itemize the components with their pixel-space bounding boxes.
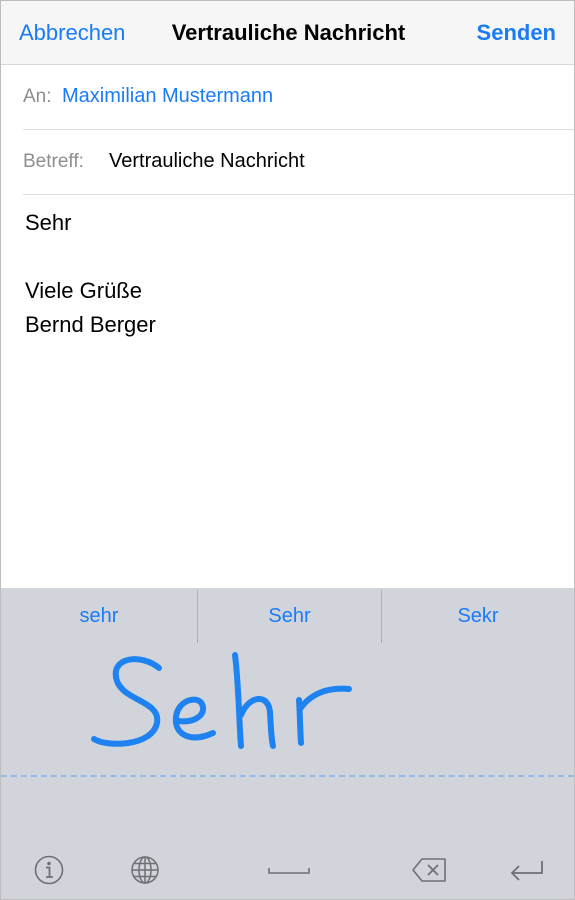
- candidate-3[interactable]: Sekr: [382, 588, 574, 643]
- globe-icon[interactable]: [127, 854, 163, 886]
- candidate-bar: sehr Sehr Sekr: [1, 588, 574, 643]
- return-icon[interactable]: [509, 854, 545, 886]
- to-label: An:: [23, 86, 52, 107]
- space-icon[interactable]: [263, 854, 315, 886]
- handwriting-keyboard: sehr Sehr Sekr: [1, 588, 574, 899]
- navigation-bar: Abbrechen Vertrauliche Nachricht Senden: [1, 1, 574, 65]
- subject-input[interactable]: Vertrauliche Nachricht: [109, 150, 305, 173]
- body-line: [25, 240, 156, 274]
- message-body[interactable]: Sehr Viele Grüße Bernd Berger: [25, 206, 156, 342]
- body-line: Sehr: [25, 210, 72, 235]
- candidate-1[interactable]: sehr: [1, 588, 197, 643]
- delete-icon[interactable]: [412, 854, 448, 886]
- send-button[interactable]: Senden: [477, 20, 556, 46]
- info-icon[interactable]: [31, 854, 67, 886]
- handwriting-ink[interactable]: [1, 643, 574, 793]
- to-field[interactable]: An: Maximilian Mustermann: [23, 65, 574, 130]
- subject-label: Betreff:: [23, 151, 84, 172]
- writing-baseline: [1, 775, 574, 777]
- body-line: Viele Grüße: [25, 278, 142, 303]
- mail-compose-window: Abbrechen Vertrauliche Nachricht Senden …: [0, 0, 575, 900]
- recipient-token[interactable]: Maximilian Mustermann: [62, 85, 273, 108]
- body-line: Bernd Berger: [25, 312, 156, 337]
- candidate-2[interactable]: Sehr: [198, 588, 381, 643]
- subject-field[interactable]: Betreff: Vertrauliche Nachricht: [23, 130, 574, 195]
